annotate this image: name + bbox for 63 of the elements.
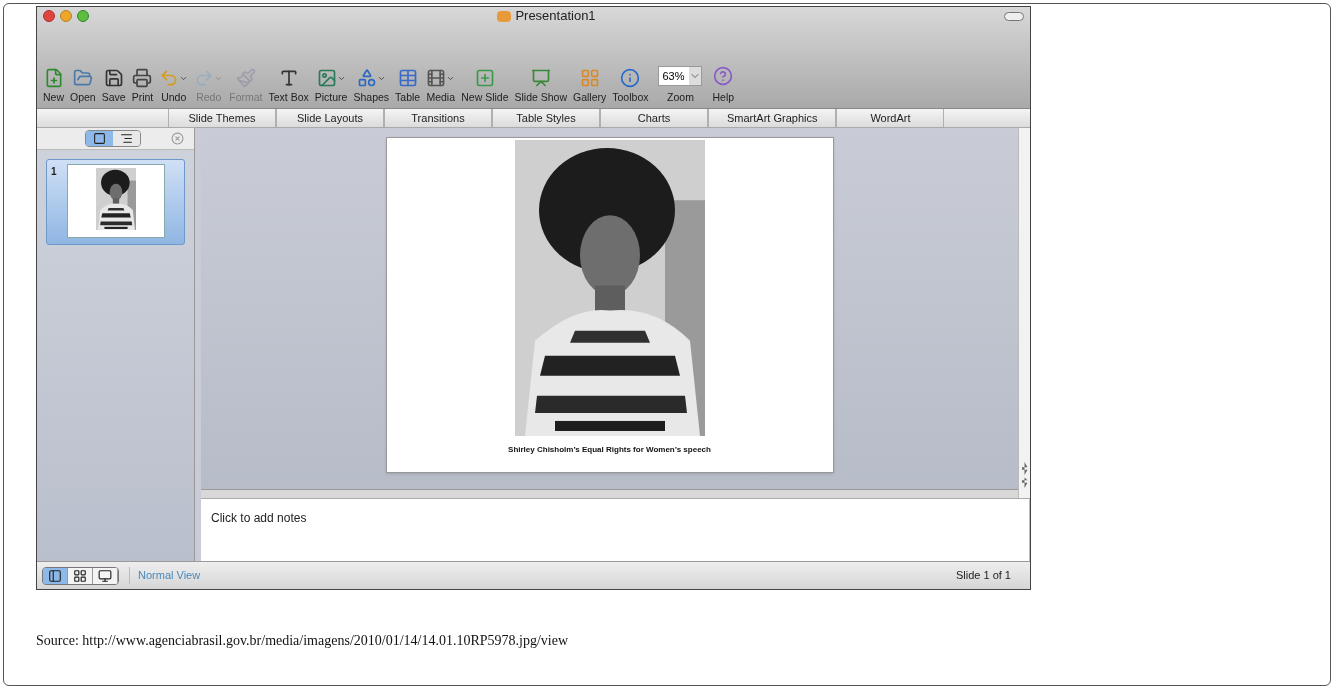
toolbar-button[interactable]: New — [41, 66, 66, 106]
ribbon-tab[interactable]: Table Styles — [492, 109, 600, 127]
toolbar-button[interactable]: Slide Show — [512, 66, 569, 106]
outline-icon — [120, 132, 133, 145]
toolbar-button[interactable]: Undo — [157, 66, 191, 106]
toolbar-button[interactable]: Print — [129, 66, 156, 106]
ribbon-tab[interactable]: Slide Themes — [168, 109, 276, 127]
format-icon — [235, 68, 256, 89]
slide-caption: Shirley Chisholm’s Equal Rights for Women’s speech — [508, 444, 711, 456]
view-button[interactable] — [43, 567, 68, 584]
close-button[interactable] — [43, 10, 55, 22]
ribbon-tab[interactable]: WordArt — [836, 109, 945, 127]
ribbon-tab[interactable]: Slide Layouts — [276, 109, 384, 127]
source-text: Source: http://www.agenciabrasil.gov.br/media/imagens/2010/01/14/14.01.10RP5978.jpg/view — [36, 632, 570, 650]
document-icon — [497, 10, 512, 22]
toolbar-button[interactable]: Gallery — [571, 66, 609, 106]
ribbon-tab[interactable]: Charts — [600, 109, 708, 127]
slides-icon — [93, 132, 106, 145]
help-icon — [713, 66, 734, 87]
toolbar-button[interactable]: Text Box — [266, 66, 311, 106]
view-toggle-button[interactable] — [113, 131, 140, 146]
toolbar-button[interactable]: New Slide — [459, 66, 511, 106]
slide-thumbnail[interactable]: 1 — [46, 159, 185, 245]
ribbon-tab[interactable]: SmartArt Graphics — [708, 109, 837, 127]
slide-count: Slide 1 of 1 — [955, 568, 1011, 584]
gallery-icon — [579, 68, 600, 89]
toolbar-toggle-button[interactable] — [1004, 11, 1024, 21]
toolbar-button[interactable]: Media — [424, 66, 458, 106]
toolbar-button[interactable]: Toolbox — [610, 66, 651, 106]
notes-field[interactable]: Click to add notes — [201, 498, 1030, 561]
table-icon — [397, 68, 418, 89]
print-icon — [132, 68, 153, 89]
view-name: Normal View — [129, 567, 201, 584]
zoom-field[interactable]: 63% — [658, 66, 703, 87]
help-button[interactable]: Help — [710, 66, 737, 106]
toolbar-button[interactable]: Open — [68, 66, 98, 106]
zoom-button[interactable] — [77, 10, 89, 22]
toolbar-button[interactable]: Table — [393, 66, 423, 106]
view-button[interactable] — [68, 567, 93, 584]
window-title: Presentation1 — [515, 7, 596, 26]
zoom-label: Zoom — [667, 90, 694, 106]
slide-number: 1 — [51, 165, 57, 179]
close-pane-icon[interactable] — [171, 132, 184, 145]
minimize-button[interactable] — [60, 10, 72, 22]
toolbox-icon — [620, 68, 641, 89]
picture-icon — [316, 68, 337, 89]
toolbar-button[interactable]: Save — [99, 66, 128, 106]
media-icon — [426, 68, 447, 89]
view-button[interactable] — [93, 567, 118, 584]
toolbar-button[interactable]: Shapes — [351, 66, 392, 106]
ribbon-tab[interactable]: Transitions — [384, 109, 492, 127]
show-view-icon — [98, 568, 112, 583]
save-icon — [103, 68, 124, 89]
caret-icon — [689, 67, 702, 86]
slideshow-icon — [530, 68, 551, 89]
shapes-icon — [356, 68, 377, 89]
redo-icon — [194, 68, 215, 89]
toolbar-button[interactable]: Picture — [312, 66, 350, 106]
newslide-icon — [474, 68, 495, 89]
sorter-view-icon — [73, 568, 87, 583]
view-toggle-button[interactable] — [86, 131, 113, 146]
scrollbar[interactable] — [1018, 128, 1030, 498]
normal-view-icon — [48, 568, 62, 583]
